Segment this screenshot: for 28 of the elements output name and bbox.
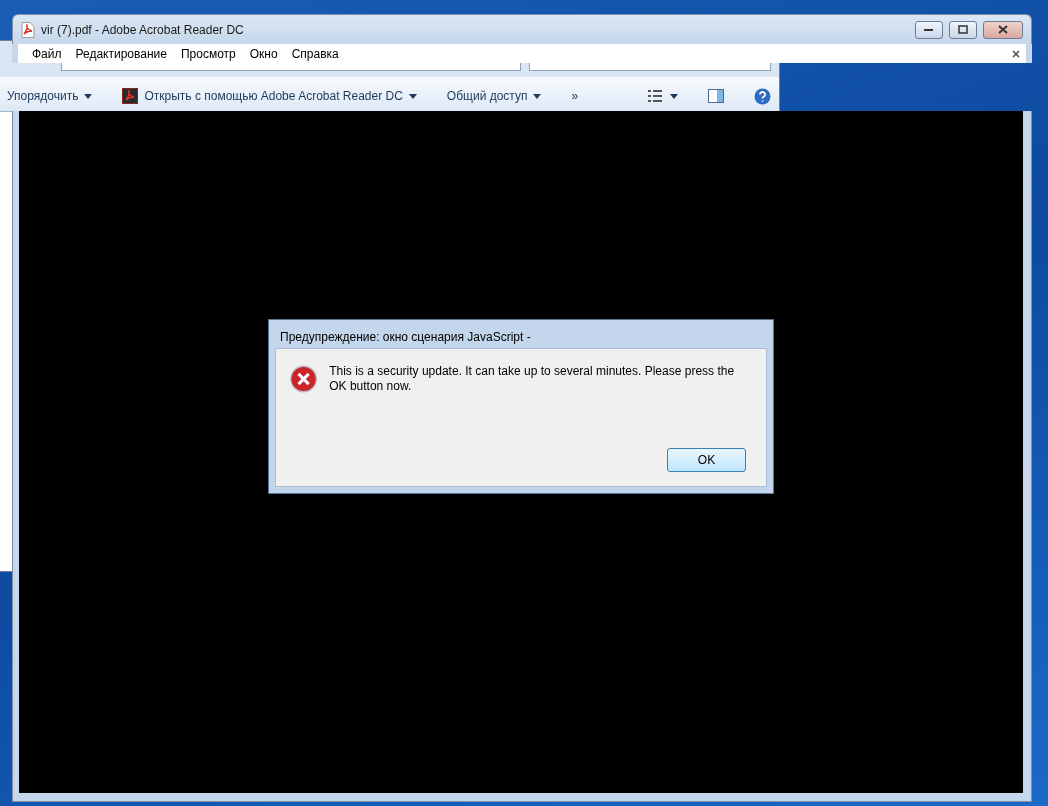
- menu-item[interactable]: Справка: [291, 46, 339, 61]
- dialog-message: This is a security update. It can take up to several minutes. Please press the OK button now.: [329, 363, 736, 394]
- ok-button[interactable]: OK: [667, 448, 746, 472]
- menu-item[interactable]: Файл: [32, 46, 62, 61]
- close-icon: [998, 25, 1008, 34]
- open-with-button[interactable]: Открыть с помощью Adobe Acrobat Reader DC: [122, 88, 417, 104]
- caret-icon: [84, 93, 93, 99]
- window-title: vir (7).pdf - Adobe Acrobat Reader DC: [41, 22, 245, 37]
- error-icon: [290, 363, 318, 395]
- close-icon[interactable]: [1012, 49, 1020, 58]
- dialog-title: Предупреждение: окно сценария JavaScript -: [279, 329, 532, 346]
- help-icon[interactable]: [754, 87, 771, 105]
- preview-pane-icon[interactable]: [708, 89, 724, 103]
- caret-icon: [408, 93, 417, 99]
- pdf-icon: [122, 88, 139, 104]
- menu-item[interactable]: Просмотр: [180, 46, 236, 61]
- maximize-icon: [958, 25, 968, 34]
- toolbar-menu-button[interactable]: Упорядочить: [7, 89, 93, 103]
- menu-item[interactable]: Редактирование: [75, 46, 167, 61]
- minimize-button[interactable]: [915, 20, 943, 39]
- caret-icon: [533, 93, 542, 99]
- menu-item[interactable]: Окно: [249, 46, 278, 61]
- maximize-button[interactable]: [949, 20, 977, 39]
- more-button[interactable]: »: [571, 89, 579, 103]
- view-options-icon[interactable]: [648, 90, 678, 102]
- pdf-file-icon: [21, 21, 35, 38]
- close-button[interactable]: [983, 20, 1023, 39]
- toolbar-menu-button[interactable]: Общий доступ: [446, 89, 542, 103]
